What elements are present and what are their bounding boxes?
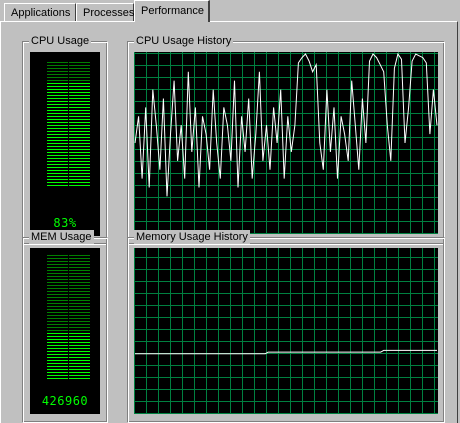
mem-usage-label: MEM Usage — [29, 230, 94, 244]
mem-meter-right-bar — [69, 255, 90, 379]
mem-history-group: Memory Usage History — [127, 230, 445, 423]
mem-history-graph — [134, 248, 438, 414]
cpu-history-plot — [134, 52, 438, 234]
performance-panel: CPU Usage 83% CPU Usage History MEM Usag… — [0, 21, 458, 423]
cpu-usage-value: 83% — [53, 216, 77, 230]
mem-usage-meter: 426960 — [30, 248, 100, 414]
mem-usage-value: 426960 — [41, 394, 89, 408]
cpu-usage-label: CPU Usage — [29, 34, 92, 48]
mem-meter-left-bar — [47, 255, 68, 379]
cpu-history-label: CPU Usage History — [134, 34, 234, 48]
cpu-history-graph — [134, 52, 438, 234]
cpu-history-group: CPU Usage History — [127, 34, 445, 245]
tab-processes[interactable]: Processes — [76, 3, 134, 21]
mem-usage-group: MEM Usage 426960 — [22, 230, 108, 423]
cpu-meter-left-bar — [47, 62, 68, 186]
cpu-usage-meter: 83% — [30, 52, 100, 236]
tab-bar: Applications Processes Performance — [0, 0, 460, 22]
tab-performance[interactable]: Performance — [134, 0, 210, 22]
tab-applications[interactable]: Applications — [4, 3, 76, 21]
cpu-usage-group: CPU Usage 83% — [22, 34, 108, 245]
mem-history-label: Memory Usage History — [134, 230, 250, 244]
mem-history-plot — [134, 248, 438, 414]
cpu-meter-right-bar — [69, 62, 90, 186]
